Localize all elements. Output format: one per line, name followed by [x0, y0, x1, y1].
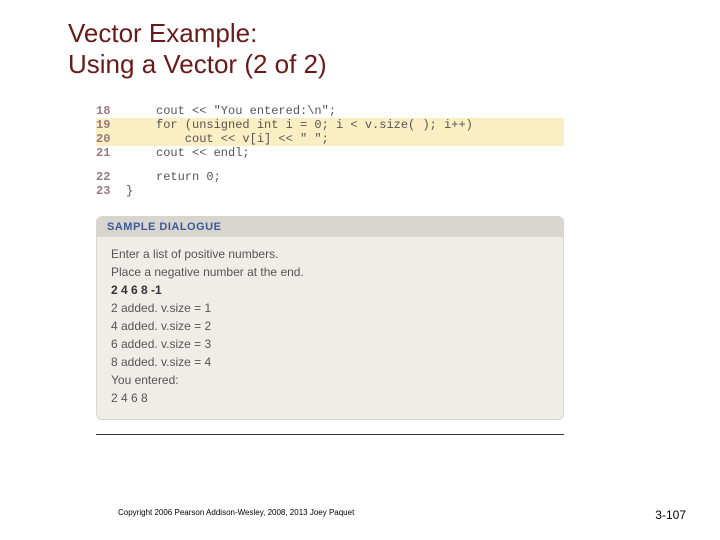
code-text: cout << endl; — [156, 146, 250, 160]
code-listing: 18 cout << "You entered:\n"; 19 for (uns… — [96, 104, 564, 198]
dialogue-output-2: 4 added. v.size = 2 — [111, 317, 549, 335]
dialogue-output-3: 6 added. v.size = 3 — [111, 335, 549, 353]
code-line-21: 21 cout << endl; — [96, 146, 564, 160]
title-line-1: Vector Example: — [68, 18, 257, 48]
dialogue-prompt-2: Place a negative number at the end. — [111, 263, 549, 281]
code-line-19: 19 for (unsigned int i = 0; i < v.size( … — [96, 118, 564, 132]
dialogue-body: Enter a list of positive numbers. Place … — [97, 237, 563, 419]
code-line-18: 18 cout << "You entered:\n"; — [96, 104, 564, 118]
footer: Copyright 2006 Pearson Addison-Wesley, 2… — [0, 508, 720, 522]
sample-dialogue-box: SAMPLE DIALOGUE Enter a list of positive… — [96, 216, 564, 420]
dialogue-output-1: 2 added. v.size = 1 — [111, 299, 549, 317]
line-number: 18 — [96, 104, 126, 118]
code-text: for (unsigned int i = 0; i < v.size( ); … — [156, 118, 473, 132]
line-number: 22 — [96, 170, 126, 184]
dialogue-output-6: 2 4 6 8 — [111, 389, 549, 407]
line-number: 21 — [96, 146, 126, 160]
dialogue-user-input: 2 4 6 8 -1 — [111, 281, 549, 299]
slide-container: Vector Example: Using a Vector (2 of 2) … — [0, 0, 720, 540]
dialogue-prompt-1: Enter a list of positive numbers. — [111, 245, 549, 263]
line-number: 20 — [96, 132, 126, 146]
title-line-2: Using a Vector (2 of 2) — [68, 49, 327, 79]
code-text: } — [126, 184, 133, 198]
code-text: return 0; — [156, 170, 221, 184]
dialogue-output-5: You entered: — [111, 371, 549, 389]
code-line-23: 23 } — [96, 184, 564, 198]
divider — [96, 434, 564, 435]
page-number: 3-107 — [655, 508, 686, 522]
line-number: 19 — [96, 118, 126, 132]
dialogue-output-4: 8 added. v.size = 4 — [111, 353, 549, 371]
copyright-text: Copyright 2006 Pearson Addison-Wesley, 2… — [118, 508, 354, 522]
dialogue-header: SAMPLE DIALOGUE — [97, 217, 563, 237]
code-line-20: 20 cout << v[i] << " "; — [96, 132, 564, 146]
code-text: cout << "You entered:\n"; — [156, 104, 336, 118]
code-text: cout << v[i] << " "; — [156, 132, 329, 146]
line-number: 23 — [96, 184, 126, 198]
slide-title: Vector Example: Using a Vector (2 of 2) — [68, 18, 720, 80]
code-line-22: 22 return 0; — [96, 170, 564, 184]
